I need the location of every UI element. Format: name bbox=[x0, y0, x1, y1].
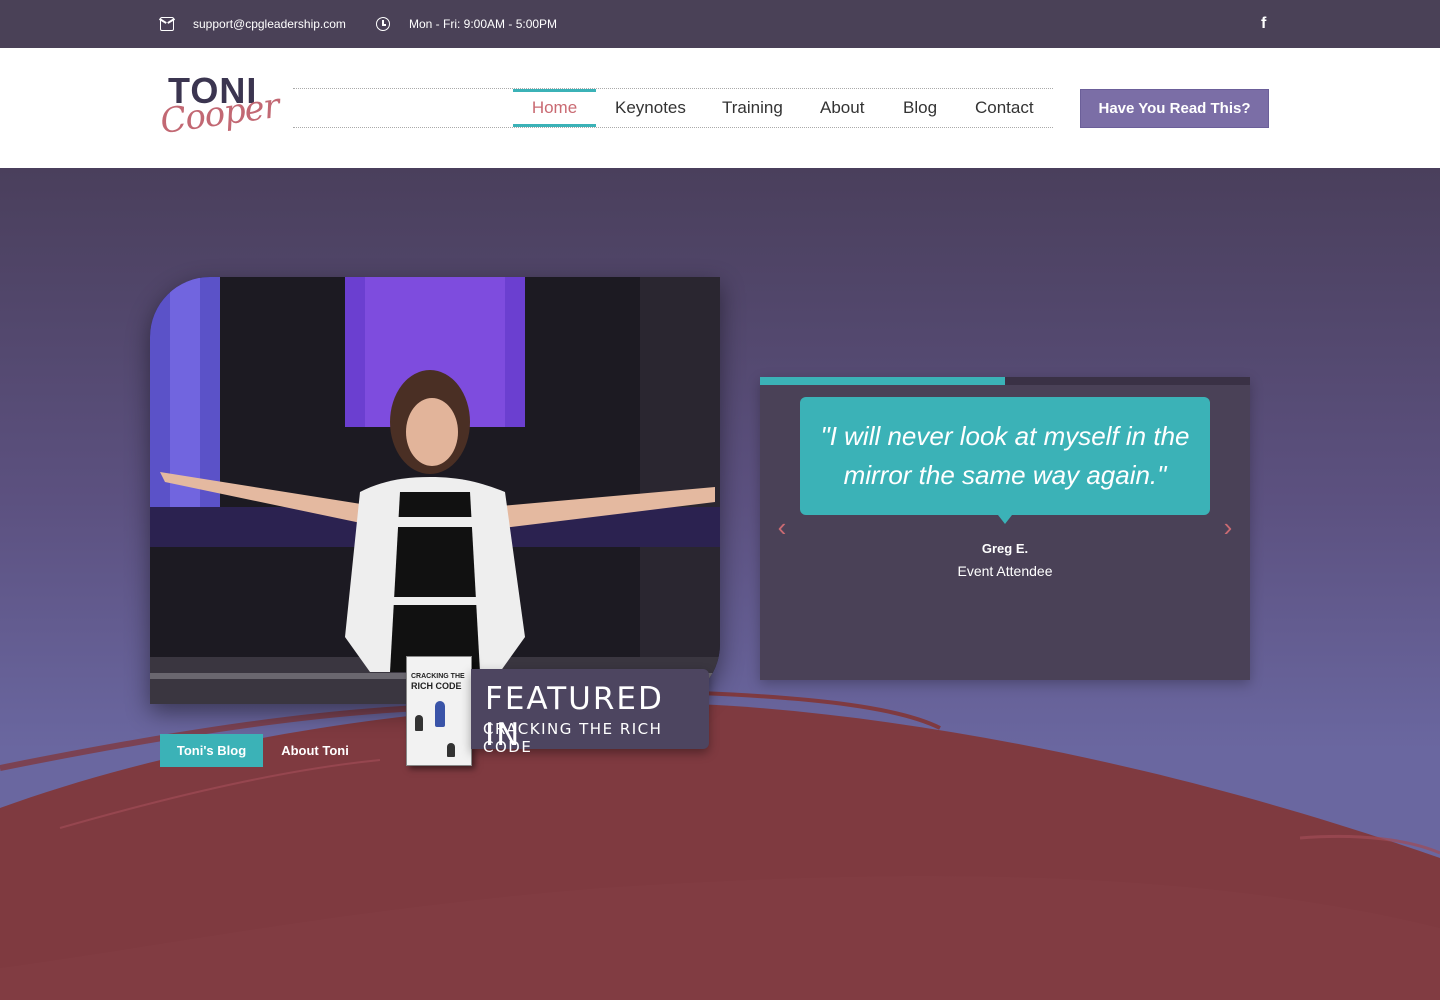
tonis-blog-button[interactable]: Toni's Blog bbox=[160, 734, 263, 767]
book-figure-right bbox=[447, 743, 455, 757]
email-text: support@cpgleadership.com bbox=[193, 17, 346, 31]
nav-keynotes[interactable]: Keynotes bbox=[615, 89, 686, 127]
book-title-line2: RICH CODE bbox=[411, 681, 462, 691]
testimonial-carousel: "I will never look at myself in the mirr… bbox=[760, 377, 1250, 680]
testimonial-quote: "I will never look at myself in the mirr… bbox=[800, 397, 1210, 524]
have-you-read-this-button[interactable]: Have You Read This? bbox=[1080, 89, 1269, 128]
book-figure-left bbox=[415, 715, 423, 731]
nav-contact[interactable]: Contact bbox=[975, 89, 1034, 127]
email-contact[interactable]: support@cpgleadership.com bbox=[160, 0, 346, 48]
book-author-figure bbox=[435, 701, 445, 727]
hero-section: CRACKING THE RICH CODE FEATURED IN CRACK… bbox=[0, 168, 1440, 1000]
speaker-photo bbox=[150, 277, 720, 704]
about-toni-button[interactable]: About Toni bbox=[270, 734, 360, 767]
site-logo[interactable]: TONI Cooper bbox=[158, 70, 282, 146]
hours-info: Mon - Fri: 9:00AM - 5:00PM bbox=[376, 0, 557, 48]
carousel-progress-fill bbox=[760, 377, 1005, 385]
book-title-line1: CRACKING THE bbox=[411, 673, 465, 680]
facebook-link[interactable]: f bbox=[1261, 0, 1266, 48]
book-cover: CRACKING THE RICH CODE bbox=[406, 656, 472, 766]
hours-text: Mon - Fri: 9:00AM - 5:00PM bbox=[409, 17, 558, 31]
nav-home[interactable]: Home bbox=[513, 89, 596, 127]
facebook-icon: f bbox=[1261, 15, 1267, 32]
carousel-prev-arrow-icon[interactable]: ‹ bbox=[772, 514, 792, 540]
testimonial-author: Greg E. bbox=[981, 541, 1029, 556]
testimonial-role: Event Attendee bbox=[957, 563, 1053, 579]
featured-in-banner: FEATURED IN CRACKING THE RICH CODE bbox=[471, 669, 709, 756]
nav-training[interactable]: Training bbox=[722, 89, 783, 127]
clock-icon bbox=[376, 17, 390, 31]
top-bar: support@cpgleadership.com Mon - Fri: 9:0… bbox=[0, 0, 1440, 48]
carousel-next-arrow-icon[interactable]: › bbox=[1218, 514, 1238, 540]
nav-blog[interactable]: Blog bbox=[903, 89, 937, 127]
envelope-icon bbox=[160, 17, 174, 31]
carousel-progress-bar bbox=[760, 377, 1250, 385]
nav-about[interactable]: About bbox=[820, 89, 864, 127]
featured-subtitle: CRACKING THE RICH CODE bbox=[483, 720, 663, 756]
